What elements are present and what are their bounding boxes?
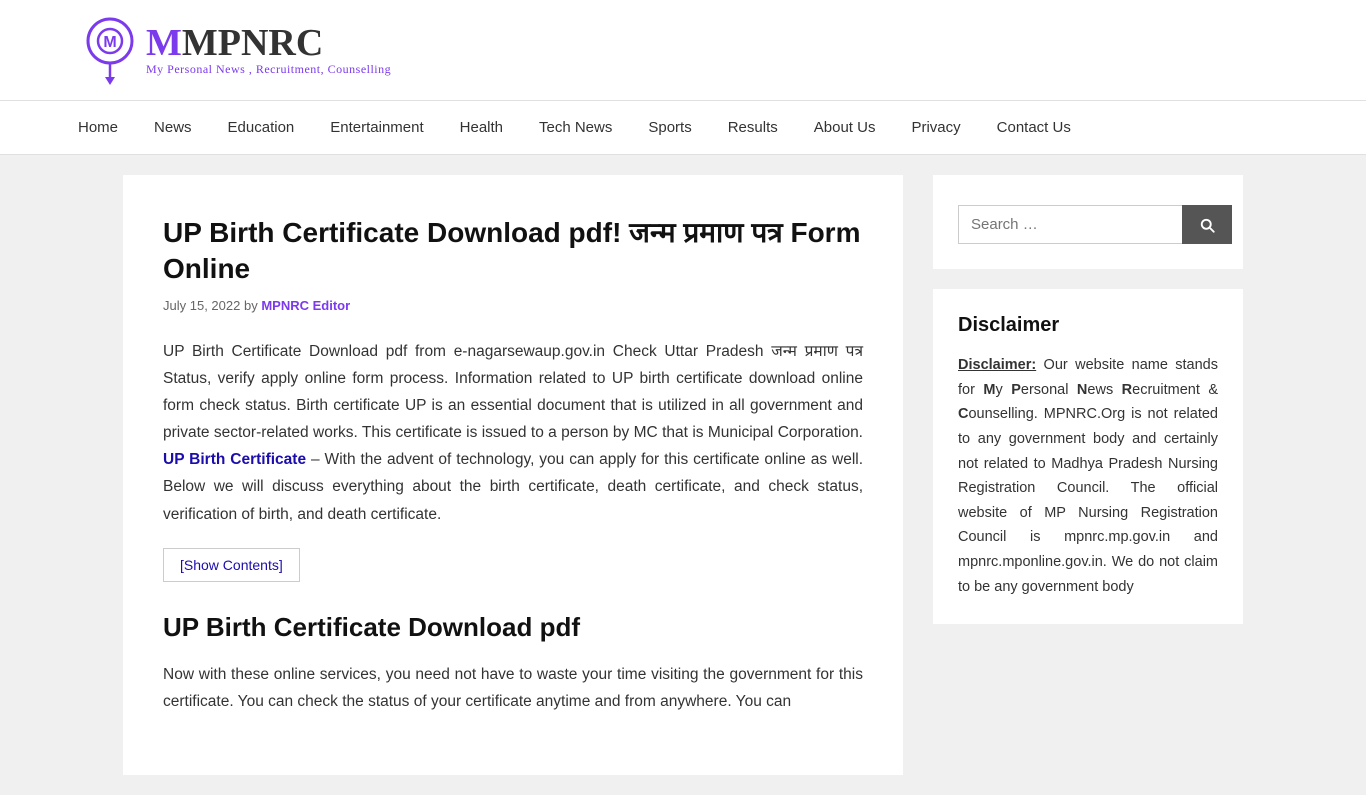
up-birth-cert-link[interactable]: UP Birth Certificate (163, 451, 306, 468)
article-meta: July 15, 2022 by MPNRC Editor (163, 298, 863, 313)
disclaimer-c: C (958, 406, 968, 422)
disclaimer-m: M (983, 382, 995, 398)
nav-link-technews[interactable]: Tech News (521, 101, 630, 154)
nav-link-sports[interactable]: Sports (630, 101, 709, 154)
article-date: July 15, 2022 (163, 298, 240, 313)
nav-link-aboutus[interactable]: About Us (796, 101, 894, 154)
disclaimer-r: R (1122, 382, 1132, 398)
site-nav: Home News Education Entertainment Health… (0, 100, 1366, 155)
nav-link-health[interactable]: Health (442, 101, 521, 154)
search-icon (1198, 216, 1216, 234)
logo-text-block: MMPNRC My Personal News , Recruitment, C… (146, 24, 391, 77)
nav-item-aboutus[interactable]: About Us (796, 101, 894, 154)
disclaimer-n: N (1077, 382, 1087, 398)
disclaimer-label: Disclaimer: (958, 357, 1036, 373)
logo-rest: MPNRC (182, 22, 323, 64)
nav-link-news[interactable]: News (136, 101, 210, 154)
search-input[interactable] (958, 205, 1182, 244)
nav-item-contactus[interactable]: Contact Us (979, 101, 1089, 154)
section-body: Now with these online services, you need… (163, 661, 863, 715)
svg-text:M: M (103, 34, 116, 51)
nav-link-privacy[interactable]: Privacy (893, 101, 978, 154)
logo-title: MMPNRC (146, 24, 391, 62)
sidebar: Disclaimer Disclaimer: Our website name … (933, 175, 1243, 775)
logo-m: M (146, 22, 182, 64)
nav-item-home[interactable]: Home (60, 101, 136, 154)
section-title: UP Birth Certificate Download pdf (163, 612, 863, 643)
disclaimer-widget: Disclaimer Disclaimer: Our website name … (933, 289, 1243, 624)
nav-item-health[interactable]: Health (442, 101, 521, 154)
search-widget (933, 175, 1243, 269)
nav-link-contactus[interactable]: Contact Us (979, 101, 1089, 154)
nav-link-education[interactable]: Education (210, 101, 313, 154)
nav-item-news[interactable]: News (136, 101, 210, 154)
main-content: UP Birth Certificate Download pdf! जन्म … (123, 175, 903, 775)
nav-item-education[interactable]: Education (210, 101, 313, 154)
show-contents-button[interactable]: [Show Contents] (163, 548, 300, 582)
article-by: by (244, 298, 261, 313)
article-intro-text: UP Birth Certificate Download pdf from e… (163, 343, 863, 441)
disclaimer-title: Disclaimer (958, 314, 1218, 337)
nav-item-sports[interactable]: Sports (630, 101, 709, 154)
nav-item-entertainment[interactable]: Entertainment (312, 101, 441, 154)
article-title: UP Birth Certificate Download pdf! जन्म … (163, 215, 863, 288)
nav-link-home[interactable]: Home (60, 101, 136, 154)
nav-link-results[interactable]: Results (710, 101, 796, 154)
site-content: UP Birth Certificate Download pdf! जन्म … (43, 155, 1323, 795)
disclaimer-p: P (1011, 382, 1021, 398)
search-form[interactable] (958, 205, 1218, 244)
logo-subtitle: My Personal News , Recruitment, Counsell… (146, 62, 391, 77)
logo[interactable]: M MMPNRC My Personal News , Recruitment,… (80, 15, 391, 85)
nav-link-entertainment[interactable]: Entertainment (312, 101, 441, 154)
nav-item-privacy[interactable]: Privacy (893, 101, 978, 154)
article-author-link[interactable]: MPNRC Editor (261, 298, 350, 313)
search-button[interactable] (1182, 205, 1232, 244)
nav-list: Home News Education Entertainment Health… (0, 101, 1366, 154)
site-header: M MMPNRC My Personal News , Recruitment,… (0, 0, 1366, 100)
article-intro: UP Birth Certificate Download pdf from e… (163, 338, 863, 528)
disclaimer-text: Disclaimer: Our website name stands for … (958, 353, 1218, 599)
logo-icon: M (80, 15, 140, 85)
nav-item-technews[interactable]: Tech News (521, 101, 630, 154)
nav-item-results[interactable]: Results (710, 101, 796, 154)
